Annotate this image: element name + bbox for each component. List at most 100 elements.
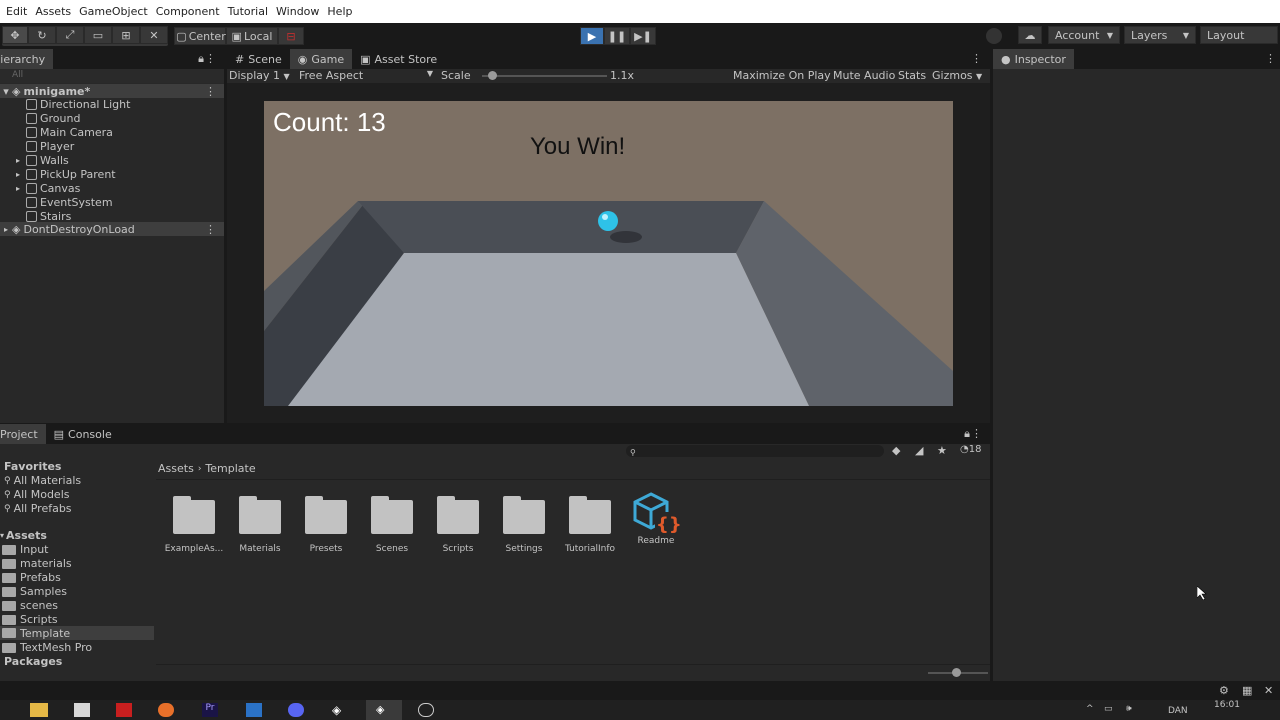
- chevron-up-icon[interactable]: ^: [1086, 704, 1094, 714]
- premiere-icon[interactable]: Pr: [202, 703, 218, 717]
- rotate-tool-button[interactable]: ↻: [28, 26, 56, 44]
- tab-asset-store[interactable]: ▣ Asset Store: [352, 49, 445, 69]
- tab-project[interactable]: Project: [0, 424, 46, 444]
- favorite-all-prefabs[interactable]: ⚲ All Prefabs: [4, 502, 72, 515]
- expand-arrow-icon[interactable]: ▸: [16, 170, 26, 179]
- favorite-star-icon[interactable]: ★: [937, 444, 947, 457]
- aspect-dropdown[interactable]: Free Aspect ▼: [299, 69, 433, 82]
- hand-tool-button[interactable]: ✥: [2, 26, 28, 44]
- lock-icon[interactable]: 🔒︎: [964, 427, 970, 441]
- display-dropdown[interactable]: Display 1 ▼: [229, 69, 290, 82]
- favorite-all-models[interactable]: ⚲ All Models: [4, 488, 70, 501]
- network-icon[interactable]: ▭: [1104, 704, 1113, 714]
- scale-tool-button[interactable]: ⤢: [56, 26, 84, 44]
- project-search-input[interactable]: ⚲: [626, 445, 884, 457]
- asset-materials[interactable]: Materials: [227, 496, 293, 554]
- stats-toggle[interactable]: Stats: [898, 69, 926, 82]
- discord-icon[interactable]: [288, 703, 304, 717]
- layout-dropdown[interactable]: Layout: [1200, 26, 1278, 44]
- pivot-center-button[interactable]: ▢ Center: [174, 27, 226, 45]
- expand-arrow-icon[interactable]: ▸: [16, 184, 26, 193]
- kebab-icon[interactable]: ⋮: [971, 52, 982, 65]
- assets-header[interactable]: ▾ Assets: [0, 529, 47, 542]
- asset-scripts[interactable]: Scripts: [425, 496, 491, 554]
- collab-button[interactable]: [986, 28, 1002, 44]
- mute-audio-toggle[interactable]: Mute Audio: [833, 69, 895, 82]
- tab-scene[interactable]: # Scene: [227, 49, 290, 69]
- expand-arrow-icon[interactable]: ▾: [0, 531, 4, 540]
- favorite-all-materials[interactable]: ⚲ All Materials: [4, 474, 81, 487]
- transform-tool-button[interactable]: ⊞: [112, 26, 140, 44]
- asset-presets[interactable]: Presets: [293, 496, 359, 554]
- space-local-button[interactable]: ▣ Local: [226, 27, 278, 45]
- tree-item-canvas[interactable]: ▸ Canvas: [16, 182, 80, 195]
- folder-scenes[interactable]: scenes: [2, 599, 58, 612]
- menu-gameobject[interactable]: GameObject: [79, 5, 148, 18]
- obs-icon[interactable]: [418, 703, 434, 717]
- breadcrumb-assets[interactable]: Assets: [158, 462, 194, 475]
- unity-editor-taskbar-item[interactable]: ◈: [366, 700, 402, 720]
- tab-console[interactable]: ▤ Console: [46, 424, 120, 444]
- kebab-icon[interactable]: ⋮: [205, 223, 216, 236]
- pause-button[interactable]: ❚❚: [604, 27, 630, 45]
- firefox-icon[interactable]: [158, 703, 174, 717]
- menu-tutorial[interactable]: Tutorial: [228, 5, 268, 18]
- zoom-slider-thumb[interactable]: [952, 668, 961, 677]
- tree-item-directional-light[interactable]: Directional Light: [26, 98, 130, 111]
- grid-snap-button[interactable]: ⊟: [278, 27, 304, 45]
- rect-tool-button[interactable]: ▭: [84, 26, 112, 44]
- clock[interactable]: 16:01: [1214, 700, 1240, 710]
- tree-item-player[interactable]: Player: [26, 140, 74, 153]
- word-icon[interactable]: [246, 703, 262, 717]
- hidden-packages-toggle[interactable]: ◔18: [960, 444, 981, 455]
- tree-item-pickup-parent[interactable]: ▸ PickUp Parent: [16, 168, 116, 181]
- lock-icon[interactable]: 🔒︎: [198, 52, 204, 66]
- account-dropdown[interactable]: Account ▼: [1048, 26, 1120, 44]
- layers-dropdown[interactable]: Layers ▼: [1124, 26, 1196, 44]
- packages-header[interactable]: Packages: [4, 655, 62, 668]
- menu-assets[interactable]: Assets: [35, 5, 71, 18]
- progress-icon[interactable]: ▦: [1242, 684, 1252, 697]
- kebab-icon[interactable]: ⋮: [1265, 52, 1276, 65]
- hierarchy-search[interactable]: All: [0, 69, 224, 83]
- file-explorer-icon[interactable]: [30, 703, 48, 717]
- close-icon[interactable]: ✕: [1264, 684, 1273, 697]
- scale-slider-track[interactable]: [482, 71, 607, 80]
- red-app-icon[interactable]: [116, 703, 132, 717]
- favorites-header[interactable]: Favorites: [4, 460, 61, 473]
- gizmos-dropdown[interactable]: Gizmos ▼: [932, 69, 982, 82]
- asset-tutorial-info[interactable]: TutorialInfo: [557, 496, 623, 554]
- folder-input[interactable]: Input: [2, 543, 48, 556]
- asset-scenes[interactable]: Scenes: [359, 496, 425, 554]
- scene-row[interactable]: ▾ ◈ minigame* ⋮: [0, 84, 224, 98]
- cloud-button[interactable]: ☁: [1018, 26, 1042, 44]
- menu-help[interactable]: Help: [327, 5, 352, 18]
- unity-hub-icon[interactable]: ◈: [332, 703, 348, 717]
- tree-item-main-camera[interactable]: Main Camera: [26, 126, 113, 139]
- asset-readme[interactable]: {} Readme: [623, 490, 689, 546]
- play-button[interactable]: ▶: [580, 27, 604, 45]
- tab-inspector[interactable]: ● Inspector: [993, 49, 1074, 69]
- tab-game[interactable]: ◉ Game: [289, 49, 353, 69]
- tab-hierarchy[interactable]: Hierarchy: [0, 49, 54, 69]
- step-button[interactable]: ▶❚: [630, 27, 656, 45]
- game-viewport[interactable]: Count: 13 You Win!: [264, 101, 953, 406]
- filter-label-icon[interactable]: ◢: [915, 444, 923, 457]
- volume-icon[interactable]: 🕪︎: [1126, 704, 1132, 714]
- breadcrumb-template[interactable]: Template: [205, 462, 255, 475]
- ddol-row[interactable]: ▸ ◈ DontDestroyOnLoad ⋮: [0, 222, 224, 236]
- asset-example-assets[interactable]: ExampleAs...: [161, 496, 227, 554]
- tree-item-eventsystem[interactable]: EventSystem: [26, 196, 113, 209]
- expand-arrow-icon[interactable]: ▾: [0, 85, 12, 98]
- menu-edit[interactable]: Edit: [6, 5, 27, 18]
- maximize-on-play-toggle[interactable]: Maximize On Play: [733, 69, 831, 82]
- debug-icon[interactable]: ⚙: [1219, 684, 1229, 697]
- filter-type-icon[interactable]: ◆: [892, 444, 900, 457]
- asset-settings[interactable]: Settings: [491, 496, 557, 554]
- expand-arrow-icon[interactable]: ▸: [0, 225, 12, 234]
- folder-textmesh-pro[interactable]: TextMesh Pro: [2, 641, 92, 654]
- folder-template-selected[interactable]: Template: [0, 626, 154, 640]
- folder-samples[interactable]: Samples: [2, 585, 67, 598]
- kebab-icon[interactable]: ⋮: [205, 52, 216, 65]
- kebab-icon[interactable]: ⋮: [205, 85, 216, 98]
